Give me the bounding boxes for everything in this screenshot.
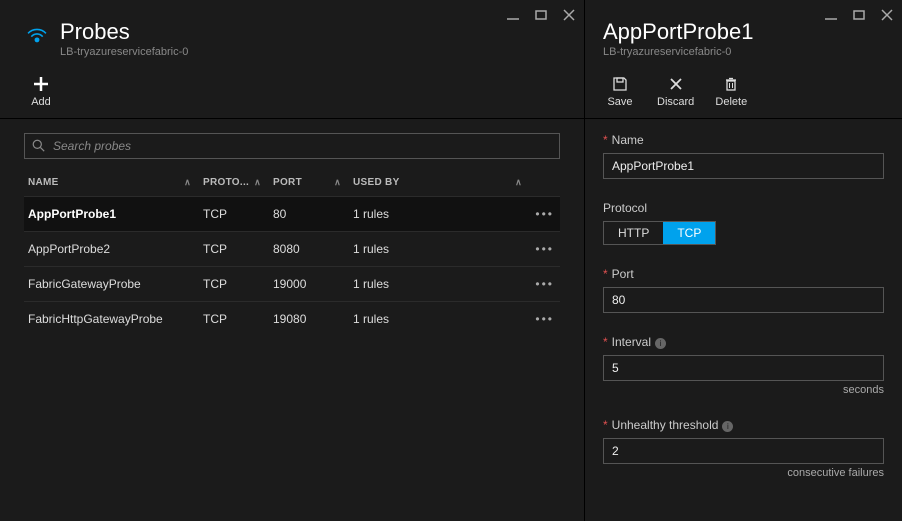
cell-port: 80 <box>269 197 349 232</box>
threshold-label: *Unhealthy thresholdi <box>603 418 884 432</box>
col-protocol[interactable]: PROTO...∧ <box>199 169 269 197</box>
probes-list-pane: Probes LB-tryazureservicefabric-0 Add NA… <box>0 0 585 521</box>
cell-usedby: 1 rules <box>349 197 530 232</box>
probe-detail-pane: AppPortProbe1 LB-tryazureservicefabric-0… <box>585 0 902 521</box>
table-row[interactable]: AppPortProbe1TCP801 rules••• <box>24 197 560 232</box>
port-input[interactable] <box>603 287 884 313</box>
col-port[interactable]: PORT∧ <box>269 169 349 197</box>
cell-port: 19000 <box>269 267 349 302</box>
cell-usedby: 1 rules <box>349 267 530 302</box>
probes-table: NAME∧ PROTO...∧ PORT∧ USED BY∧ AppPortPr… <box>24 169 560 336</box>
cell-usedby: 1 rules <box>349 232 530 267</box>
add-button[interactable]: Add <box>24 76 58 108</box>
name-input[interactable] <box>603 153 884 179</box>
cell-protocol: TCP <box>199 267 269 302</box>
detail-subtitle: LB-tryazureservicefabric-0 <box>603 46 753 58</box>
cell-protocol: TCP <box>199 302 269 337</box>
cell-usedby: 1 rules <box>349 302 530 337</box>
detail-title: AppPortProbe1 <box>603 20 753 44</box>
cell-name: FabricGatewayProbe <box>24 267 199 302</box>
sort-caret-icon: ∧ <box>254 177 261 188</box>
table-row[interactable]: FabricGatewayProbeTCP190001 rules••• <box>24 267 560 302</box>
col-name[interactable]: NAME∧ <box>24 169 199 197</box>
protocol-http-button[interactable]: HTTP <box>604 222 663 244</box>
search-icon <box>32 139 45 152</box>
sort-caret-icon: ∧ <box>184 177 191 188</box>
cell-port: 19080 <box>269 302 349 337</box>
protocol-toggle: HTTP TCP <box>603 221 716 245</box>
info-icon[interactable]: i <box>655 338 666 349</box>
probe-icon <box>24 22 50 48</box>
col-usedby[interactable]: USED BY∧ <box>349 169 530 197</box>
protocol-tcp-button[interactable]: TCP <box>663 222 715 244</box>
cell-name: AppPortProbe2 <box>24 232 199 267</box>
cell-port: 8080 <box>269 232 349 267</box>
row-menu-button[interactable]: ••• <box>530 197 560 232</box>
save-button[interactable]: Save <box>603 76 637 108</box>
cell-name: FabricHttpGatewayProbe <box>24 302 199 337</box>
discard-button[interactable]: Discard <box>657 76 694 108</box>
sort-caret-icon: ∧ <box>334 177 341 188</box>
interval-hint: seconds <box>603 384 884 396</box>
row-menu-button[interactable]: ••• <box>530 302 560 337</box>
interval-label: *Intervali <box>603 335 884 349</box>
row-menu-button[interactable]: ••• <box>530 267 560 302</box>
cell-protocol: TCP <box>199 197 269 232</box>
search-input[interactable] <box>24 133 560 159</box>
page-subtitle: LB-tryazureservicefabric-0 <box>60 46 188 58</box>
interval-input[interactable] <box>603 355 884 381</box>
info-icon[interactable]: i <box>722 421 733 432</box>
page-title: Probes <box>60 20 188 44</box>
row-menu-button[interactable]: ••• <box>530 232 560 267</box>
cell-name: AppPortProbe1 <box>24 197 199 232</box>
table-row[interactable]: AppPortProbe2TCP80801 rules••• <box>24 232 560 267</box>
threshold-hint: consecutive failures <box>603 467 884 479</box>
sort-caret-icon: ∧ <box>515 177 522 188</box>
protocol-label: Protocol <box>603 201 884 215</box>
name-label: *Name <box>603 133 884 147</box>
threshold-input[interactable] <box>603 438 884 464</box>
cell-protocol: TCP <box>199 232 269 267</box>
table-row[interactable]: FabricHttpGatewayProbeTCP190801 rules••• <box>24 302 560 337</box>
port-label: *Port <box>603 267 884 281</box>
add-label: Add <box>31 96 51 108</box>
delete-button[interactable]: Delete <box>714 76 748 108</box>
